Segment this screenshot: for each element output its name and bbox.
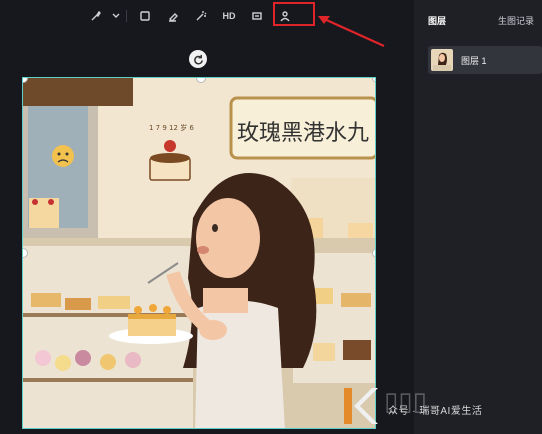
annotation-arrow [318,16,385,48]
cake-caption: 1 7 9 12 岁 6 [149,123,194,132]
shop-sign: 玫瑰黑港水九 [237,121,369,146]
watermark-text: 众号 · 瑞哥AI爱生活 [388,406,483,417]
rotate-icon[interactable] [189,50,207,68]
resize-handle-right[interactable] [372,248,375,258]
layer-name: 图层 1 [461,55,487,66]
eraser-icon[interactable] [159,4,187,28]
tab-history[interactable]: 生图记录 [498,14,534,27]
panel-tabs: 图层 生图记录 [414,0,542,27]
chevron-down-icon[interactable] [110,4,122,28]
expand-icon[interactable] [243,4,271,28]
crop-icon[interactable] [131,4,159,28]
brush-icon[interactable] [82,4,110,28]
layer-item[interactable]: 图层 1 [428,46,542,74]
tab-layers[interactable]: 图层 [428,14,446,27]
toolbar-divider [126,10,127,22]
editor-area: HD 玫瑰黑港水九 1 7 9 12 岁 6 [0,0,414,434]
layer-thumbnail [431,49,453,71]
image-illustration: 玫瑰黑港水九 1 7 9 12 岁 6 [23,78,375,428]
highlight-box [273,2,315,26]
image-canvas[interactable]: 玫瑰黑港水九 1 7 9 12 岁 6 [22,77,376,429]
hd-button[interactable]: HD [215,4,243,28]
magic-wand-icon[interactable] [187,4,215,28]
layers-panel: 图层 生图记录 图层 1 [414,0,542,434]
top-toolbar: HD [82,4,299,28]
